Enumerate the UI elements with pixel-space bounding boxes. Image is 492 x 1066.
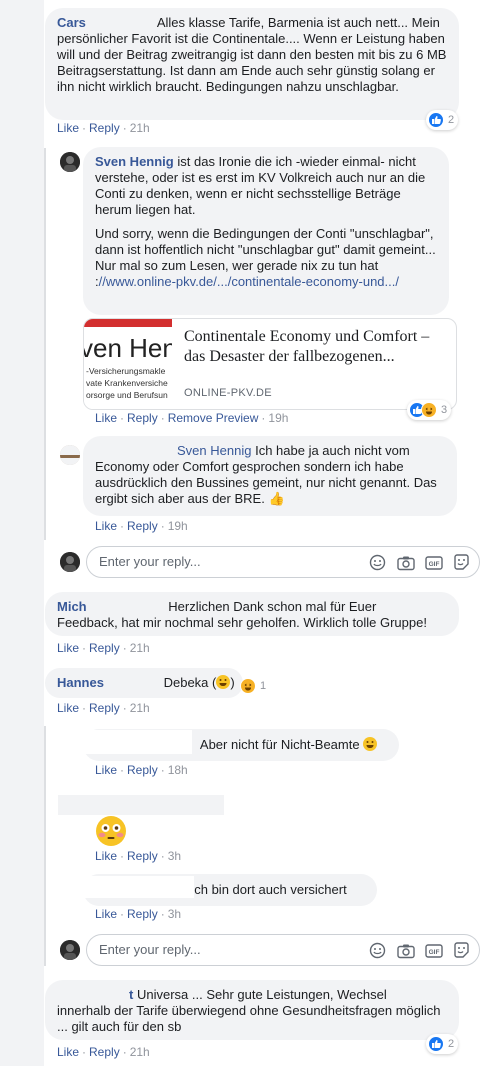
comment-text: Alles klasse Tarife, Barmenia ist auch n… [156,15,440,30]
comment-bubble: Cars Alles klasse Tarife, Barmenia ist a… [45,8,459,120]
like-link[interactable]: Like [95,519,117,533]
comment-actions: Like · Reply · 3h [95,849,182,863]
camera-icon[interactable] [396,941,415,960]
reply-link[interactable]: Reply [127,519,158,533]
avatar [60,552,80,572]
timestamp[interactable]: 21h [130,641,150,655]
timestamp[interactable]: 21h [130,121,150,135]
camera-icon[interactable] [396,553,415,572]
comment-text: Aber nicht für Nicht-Beamte [199,737,360,752]
haha-icon [240,678,256,694]
avatar[interactable] [60,152,80,172]
comment-actions: Like · Reply · 3h [95,907,182,921]
reply-input[interactable]: Enter your reply... GIF [86,546,480,578]
comment-author[interactable]: Sven Hennig [95,154,174,169]
comment-author[interactable]: Mich [57,599,87,614]
comment-author[interactable]: Cars [57,15,86,30]
grin-emoji-icon [216,675,231,689]
smiley-icon[interactable] [368,553,387,572]
comment-bubble: Sven Hennig ist das Ironie die ich -wied… [83,147,449,315]
comment-actions: Like · Reply · Remove Preview · 19h [95,411,289,425]
comment-bubble: t Universa ... Sehr gute Leistungen, Wec… [45,980,459,1040]
comment-bubble: Hannes Debeka () [45,668,243,698]
comment-text: Feedback, hat mir nochmal sehr geholfen.… [57,615,427,630]
comment-actions: Like · Reply · 21h [57,641,150,655]
comment-actions: Like · Reply · 19h [95,519,188,533]
timestamp[interactable]: 19h [268,411,288,425]
remove-preview-link[interactable]: Remove Preview [168,411,259,425]
svg-text:GIF: GIF [428,949,439,956]
gif-icon[interactable]: GIF [424,553,443,572]
left-gutter [0,0,44,1066]
reply-link[interactable]: Reply [127,763,158,777]
sticker-icon[interactable] [452,553,471,572]
comment-author[interactable]: t [129,987,133,1002]
reply-link[interactable]: Reply [89,1045,120,1059]
comment-text: Herzlichen Dank schon mal für Euer [168,599,377,614]
timestamp[interactable]: 21h [130,1045,150,1059]
like-link[interactable]: Like [95,849,117,863]
comment-text: persönlicher Favorit ist die Continental… [57,31,447,94]
link-preview-domain: ONLINE-PKV.DE [184,387,272,399]
reaction-summary[interactable]: 2 [426,110,459,130]
comment-author[interactable]: Hannes [57,675,104,690]
link-preview-image: ven Henni -Versicherungsmakle vate Krank… [84,319,172,409]
reply-input[interactable]: Enter your reply... GIF [86,934,480,966]
reply-link[interactable]: Reply [89,641,120,655]
like-link[interactable]: Like [57,1045,79,1059]
timestamp[interactable]: 19h [168,519,188,533]
like-link[interactable]: Like [95,907,117,921]
like-icon [428,1036,444,1052]
reply-link[interactable]: Reply [127,411,158,425]
timestamp[interactable]: 3h [168,907,181,921]
reply-link[interactable]: Reply [89,701,120,715]
reply-link[interactable]: Reply [127,907,158,921]
comment-actions: Like · Reply · 21h [57,121,150,135]
avatar[interactable] [60,445,80,465]
comment-bubble: Sven Hennig Ich habe ja auch nicht vom E… [83,436,457,516]
reaction-summary[interactable]: 1 [238,676,270,696]
redacted-area [58,795,224,815]
svg-text:GIF: GIF [428,561,439,568]
thread-line [44,148,46,540]
flushed-emoji-icon [95,815,127,847]
avatar [60,940,80,960]
like-link[interactable]: Like [57,641,79,655]
link-preview-title[interactable]: Continentale Economy und Comfort – das D… [184,327,452,367]
link-preview-card[interactable]: ven Henni -Versicherungsmakle vate Krank… [83,318,457,410]
thumbs-up-icon: 👍 [268,491,285,506]
smiley-icon[interactable] [368,941,387,960]
comment-actions: Like · Reply · 21h [57,1045,150,1059]
grin-emoji-icon [363,737,378,751]
redacted-area [60,730,192,754]
external-link[interactable]: //www.online-pkv.de/.../continentale-eco… [99,274,399,289]
comment-bubble: Mich Herzlichen Dank schon mal für Euer … [45,592,459,636]
haha-icon [421,402,437,418]
reply-placeholder: Enter your reply... [99,554,201,569]
comment-text: Ich bin dort auch versichert [190,882,347,897]
like-icon [428,112,444,128]
thread-line [44,726,46,966]
comment-text: Debeka ( [163,675,217,690]
comment-actions: Like · Reply · 18h [95,763,188,777]
timestamp[interactable]: 3h [168,849,181,863]
reply-link[interactable]: Reply [127,849,158,863]
reaction-summary[interactable]: 2 [426,1034,459,1054]
timestamp[interactable]: 21h [130,701,150,715]
reply-link[interactable]: Reply [89,121,120,135]
reply-placeholder: Enter your reply... [99,942,201,957]
comment-actions: Like · Reply · 21h [57,701,150,715]
like-link[interactable]: Like [57,121,79,135]
timestamp[interactable]: 18h [168,763,188,777]
redacted-area [58,876,194,898]
mention-link[interactable]: Sven Hennig [177,443,251,458]
gif-icon[interactable]: GIF [424,941,443,960]
reaction-summary[interactable]: 3 [407,400,452,420]
comment-text: Universa ... Sehr gute Leistungen, Wechs… [136,987,387,1002]
like-link[interactable]: Like [95,411,117,425]
like-link[interactable]: Like [95,763,117,777]
sticker-icon[interactable] [452,941,471,960]
like-link[interactable]: Like [57,701,79,715]
comment-text: innerhalb der Tarife überwiegend ohne Ge… [57,1003,441,1034]
